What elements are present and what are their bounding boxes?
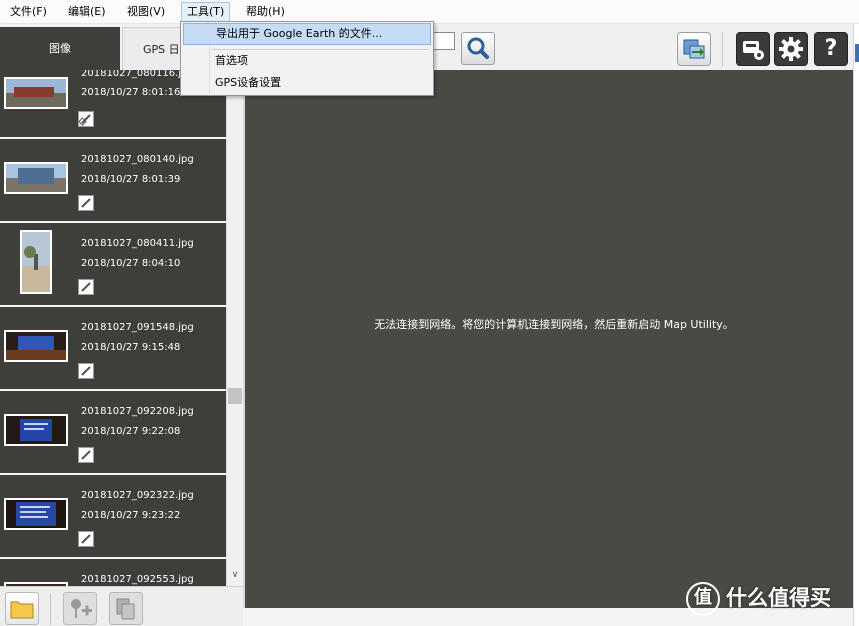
settings-button[interactable]: [774, 32, 808, 66]
menu-edit[interactable]: 编辑(E): [63, 2, 111, 22]
list-item[interactable]: 20181027_092322.jpg 2018/10/27 9:23:22: [0, 476, 226, 559]
scrollbar-thumb[interactable]: [228, 388, 242, 404]
watermark: 值什么值得买: [686, 580, 831, 616]
add-location-button[interactable]: [63, 592, 97, 625]
tab-images[interactable]: 图像: [0, 27, 120, 70]
menu-view[interactable]: 视图(V): [122, 2, 170, 22]
export-icon: [683, 39, 705, 59]
photo-date: 2018/10/27 9:15:48: [81, 342, 181, 353]
watermark-text: 什么值得买: [726, 586, 831, 610]
photo-thumbnail: [4, 414, 68, 446]
map-view[interactable]: 无法连接到网络。将您的计算机连接到网络，然后重新启动 Map Utility。: [243, 70, 853, 608]
menu-item-gps-device-settings[interactable]: GPS设备设置: [183, 72, 431, 94]
list-item[interactable]: 20181027_080140.jpg 2018/10/27 8:01:39: [0, 140, 226, 223]
link-icon[interactable]: [78, 447, 94, 463]
photo-thumbnail: [4, 498, 68, 530]
list-item[interactable]: 20181027_092553.jpg: [0, 560, 226, 586]
search-icon: [467, 37, 489, 59]
copy-icon: [116, 598, 135, 620]
menu-file[interactable]: 文件(F): [5, 2, 52, 22]
photo-list-toolbar: [0, 586, 243, 626]
photo-filename: 20181027_080116.jpg: [81, 70, 194, 79]
watermark-logo: 值: [686, 582, 720, 616]
menu-help[interactable]: 帮助(H): [241, 2, 290, 22]
scroll-down-icon[interactable]: ∨: [230, 570, 240, 580]
gear-icon: [779, 37, 803, 61]
toolbar-separator: [722, 32, 723, 66]
network-error-message: 无法连接到网络。将您的计算机连接到网络，然后重新启动 Map Utility。: [374, 318, 734, 331]
open-folder-button[interactable]: [5, 592, 39, 625]
photo-thumbnail: [20, 230, 52, 294]
photo-filename: 20181027_092322.jpg: [81, 490, 194, 501]
tab-gps-log[interactable]: GPS 日: [122, 27, 188, 70]
menu-tools[interactable]: 工具(T): [181, 2, 231, 22]
photo-filename: 20181027_092553.jpg: [81, 574, 194, 585]
photo-list-scrollbar[interactable]: ∨: [226, 70, 243, 586]
photo-list: 20181027_080116.jpg 2018/10/27 8:01:16 2…: [0, 70, 226, 586]
list-item[interactable]: 20181027_080411.jpg 2018/10/27 8:04:10: [0, 224, 226, 307]
photo-date: 2018/10/27 8:04:10: [81, 258, 181, 269]
help-icon: ?: [824, 36, 838, 61]
menu-item-export-google-earth[interactable]: 导出用于 Google Earth 的文件...: [183, 23, 431, 45]
list-item[interactable]: 20181027_092208.jpg 2018/10/27 9:22:08: [0, 392, 226, 475]
photo-date: 2018/10/27 8:01:39: [81, 174, 181, 185]
list-item[interactable]: 20181027_091548.jpg 2018/10/27 9:15:48: [0, 308, 226, 391]
photo-date: 2018/10/27 9:22:08: [81, 426, 181, 437]
photo-date: 2018/10/27 8:01:16: [81, 87, 181, 98]
folder-icon: [10, 601, 34, 619]
photo-thumbnail: [4, 162, 68, 194]
photo-thumbnail: [4, 77, 68, 109]
export-button[interactable]: [677, 32, 711, 66]
link-icon[interactable]: [78, 111, 94, 127]
photo-thumbnail: [4, 330, 68, 362]
photo-date: 2018/10/27 9:23:22: [81, 510, 181, 521]
link-icon[interactable]: [78, 195, 94, 211]
link-icon[interactable]: [78, 531, 94, 547]
copy-location-button[interactable]: [109, 592, 143, 625]
photo-filename: 20181027_080140.jpg: [81, 154, 194, 165]
photo-filename: 20181027_080411.jpg: [81, 238, 194, 249]
tools-dropdown-menu: 导出用于 Google Earth 的文件... 首选项 GPS设备设置: [180, 21, 434, 96]
photo-filename: 20181027_091548.jpg: [81, 322, 194, 333]
toolbar-separator: [50, 593, 51, 625]
link-icon[interactable]: [78, 279, 94, 295]
photo-filename: 20181027_092208.jpg: [81, 406, 194, 417]
pin-add-icon: [71, 599, 92, 618]
window-edge-accent: [855, 44, 859, 62]
link-icon[interactable]: [78, 363, 94, 379]
device-settings-button[interactable]: [736, 32, 770, 66]
menu-item-preferences[interactable]: 首选项: [183, 50, 431, 72]
help-button[interactable]: ?: [814, 32, 848, 66]
settings-gear-icon: [743, 41, 764, 60]
window-edge: [853, 24, 859, 626]
search-button[interactable]: [461, 32, 495, 65]
